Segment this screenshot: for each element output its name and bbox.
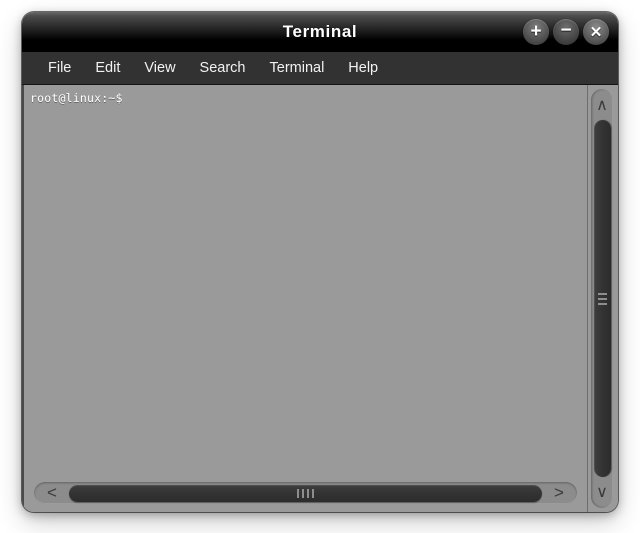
- window-titlebar[interactable]: Terminal + − ✕: [22, 12, 618, 52]
- window-title: Terminal: [282, 22, 358, 41]
- scroll-right-arrow-icon[interactable]: >: [544, 483, 574, 503]
- terminal-window: Terminal + − ✕ File Edit View Search Ter…: [22, 12, 618, 512]
- terminal-output[interactable]: root@linux:~$: [24, 85, 587, 478]
- scroll-down-arrow-icon[interactable]: ∨: [596, 479, 608, 505]
- scroll-up-arrow-icon[interactable]: ∧: [596, 92, 608, 118]
- menu-item-file[interactable]: File: [36, 57, 83, 79]
- window-body: root@linux:~$ < > ∧ ∨: [22, 85, 618, 512]
- grip-line: [597, 292, 607, 295]
- minimize-button[interactable]: −: [553, 19, 579, 45]
- plus-icon: +: [530, 20, 542, 42]
- close-button[interactable]: ✕: [583, 19, 609, 45]
- menu-item-view[interactable]: View: [132, 57, 187, 79]
- grip-line: [307, 488, 309, 498]
- menu-item-help[interactable]: Help: [336, 57, 390, 79]
- minus-icon: −: [560, 20, 572, 41]
- grip-line: [597, 302, 607, 305]
- horizontal-scrollbar-area: < >: [24, 478, 587, 512]
- menu-item-terminal[interactable]: Terminal: [258, 57, 337, 79]
- terminal-prompt-line: root@linux:~$: [30, 91, 123, 105]
- vertical-scrollbar-thumb[interactable]: [593, 120, 611, 477]
- menu-item-search[interactable]: Search: [188, 57, 258, 79]
- screen: Terminal + − ✕ File Edit View Search Ter…: [0, 0, 640, 533]
- vertical-scrollbar[interactable]: ∧ ∨: [591, 89, 613, 508]
- grip-line: [297, 488, 299, 498]
- close-icon: ✕: [589, 23, 603, 41]
- grip-line: [597, 297, 607, 300]
- horizontal-scrollbar[interactable]: < >: [34, 482, 577, 504]
- terminal-column: root@linux:~$ < >: [22, 85, 588, 512]
- menu-item-edit[interactable]: Edit: [83, 57, 132, 79]
- window-controls: + − ✕: [523, 19, 609, 45]
- menu-bar: File Edit View Search Terminal Help: [22, 52, 618, 85]
- vertical-scrollbar-area: ∧ ∨: [588, 85, 618, 512]
- maximize-button[interactable]: +: [523, 19, 549, 45]
- horizontal-scrollbar-thumb[interactable]: [69, 484, 542, 502]
- grip-line: [302, 488, 304, 498]
- grip-line: [312, 488, 314, 498]
- scroll-left-arrow-icon[interactable]: <: [37, 483, 67, 503]
